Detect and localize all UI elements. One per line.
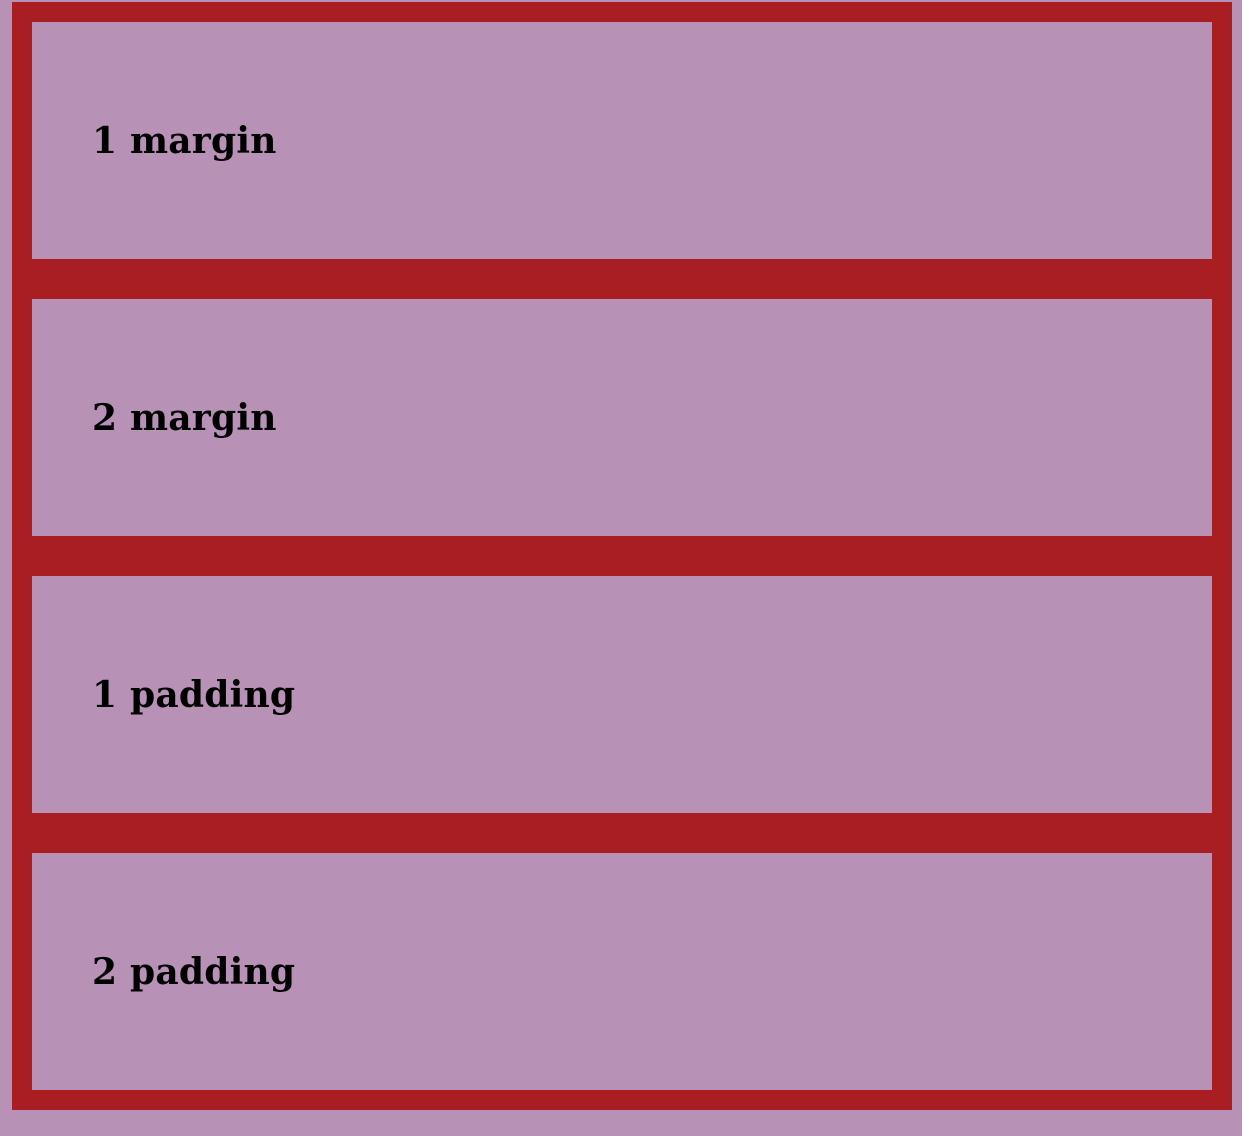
outer-frame: 1 margin 2 margin 1 padding 2 padding [12,2,1232,1110]
box-1-padding: 1 padding [32,576,1212,813]
box-2-padding: 2 padding [32,853,1212,1090]
box-label-2-padding: 2 padding [92,950,296,993]
box-label-1-margin: 1 margin [92,119,277,162]
box-1-margin: 1 margin [32,22,1212,259]
box-2-margin: 2 margin [32,299,1212,536]
box-label-1-padding: 1 padding [92,673,296,716]
box-label-2-margin: 2 margin [92,396,277,439]
